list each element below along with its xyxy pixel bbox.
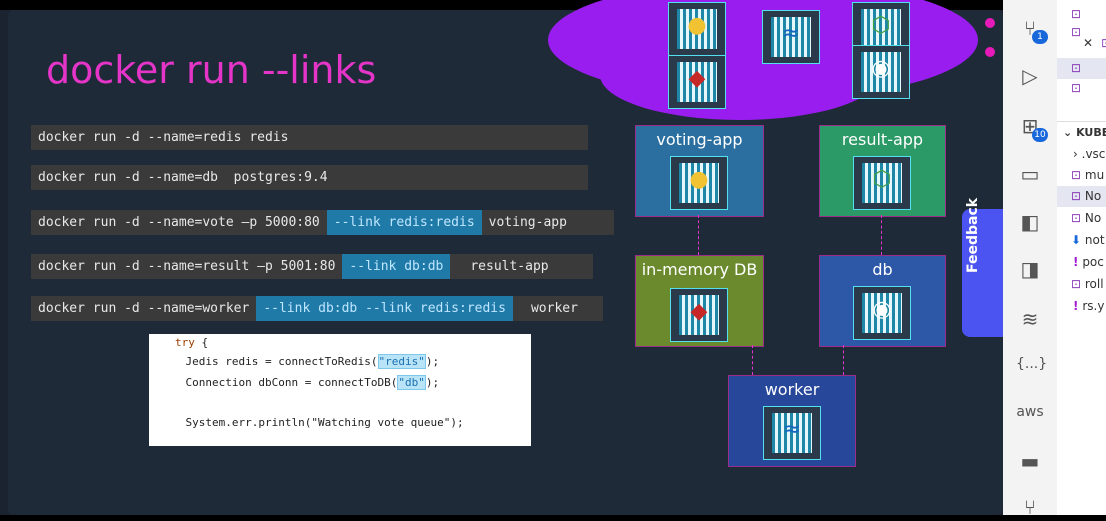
box-label: voting-app: [656, 130, 743, 149]
in-memory-db-box: in-memory DB ◆: [635, 255, 764, 347]
item-label: not: [1084, 233, 1105, 247]
command-vote: docker run -d --name=vote –p 5000:80 --l…: [31, 210, 614, 235]
redis-icon: ◆: [670, 288, 728, 342]
explorer-section-header[interactable]: ⌄ KUBER: [1057, 121, 1106, 143]
redis-container-icon: ◆: [668, 55, 726, 109]
arrow-worker-to-db: [843, 345, 844, 375]
box-label: in-memory DB: [641, 260, 758, 279]
run-debug-icon[interactable]: ▷: [1016, 62, 1044, 90]
explorer-panel: ⊡ ⊡ ✕⊡ ⊡ ⊡ ⌄ KUBER › .vsc ⊡ mu ⊡ No ⊡ No…: [1057, 0, 1106, 515]
code-keyword: try: [175, 336, 195, 349]
explorer-open-editor[interactable]: ✕⊡: [1057, 33, 1106, 53]
result-app-box: result-app ⬡: [819, 125, 946, 217]
file-icon: ⊡: [1101, 36, 1106, 50]
extensions-icon[interactable]: ⊞ 10: [1016, 112, 1048, 142]
explorer-item[interactable]: ! rs.y: [1057, 296, 1106, 317]
activity-bar: ⑂ 1 ▷ ⊞ 10 ▭ ◧ ◨ ≋ {...} aws ▬ ⑂: [1003, 0, 1058, 519]
code-text: System.err.println("Watching vote queue"…: [159, 416, 464, 429]
command-result: docker run -d --name=result –p 5001:80 -…: [31, 254, 593, 279]
command-text: docker run -d --name=redis redis: [38, 130, 289, 145]
postgres-icon: ◉: [853, 286, 911, 340]
db-box: db ◉: [819, 255, 946, 347]
decorative-dot: [985, 18, 995, 28]
docker-icon[interactable]: ≋: [1016, 305, 1044, 333]
link-highlight: --link db:db --link redis:redis: [256, 296, 513, 321]
terraform-icon[interactable]: ◧: [1016, 208, 1044, 236]
explorer-item[interactable]: ⬇ not: [1057, 230, 1106, 251]
command-text: docker run -d --name=vote –p 5000:80: [38, 215, 320, 230]
explorer-item[interactable]: › .vsc: [1057, 144, 1106, 165]
command-text: docker run -d --name=result –p 5001:80: [38, 259, 336, 274]
code-text: );: [425, 376, 440, 389]
notification-badge: 10: [1032, 128, 1048, 142]
box-label: db: [872, 260, 893, 279]
close-icon[interactable]: ✕: [1083, 36, 1093, 50]
command-text: docker run -d --name=db postgres:9.4: [38, 170, 328, 185]
item-label: .vsc: [1081, 147, 1106, 161]
section-title: KUBER: [1076, 126, 1106, 139]
code-string-highlight: "db": [397, 375, 426, 390]
command-redis: docker run -d --name=redis redis: [31, 125, 588, 150]
arrow-worker-to-redis: [752, 345, 753, 375]
explorer-item[interactable]: ⊡ No: [1057, 186, 1106, 207]
code-text: Jedis redis = connectToRedis(: [159, 355, 378, 368]
explorer-item[interactable]: ⊡ No: [1057, 208, 1106, 229]
box-label: worker: [764, 380, 820, 399]
arrow-vote-to-redis: [698, 215, 699, 255]
explorer-item[interactable]: ⊡ mu: [1057, 165, 1106, 186]
command-db: docker run -d --name=db postgres:9.4: [31, 165, 588, 190]
explorer-selected-row[interactable]: ⊡: [1057, 58, 1106, 79]
terraform-cloud-icon[interactable]: ◨: [1016, 255, 1044, 283]
link-highlight: --link db:db: [342, 254, 451, 279]
postgres-container-icon: ◉: [852, 45, 910, 99]
command-image: voting-app: [488, 215, 567, 230]
command-image: worker: [530, 301, 578, 316]
python-container-icon: ●: [668, 2, 726, 56]
python-icon: ●: [670, 156, 728, 210]
network-cloud-lobe: [600, 30, 880, 120]
file-icon: ⊡: [1071, 61, 1082, 75]
item-label: mu: [1084, 168, 1105, 182]
feedback-button[interactable]: Feedback: [962, 198, 1003, 337]
json-icon[interactable]: {...}: [1016, 350, 1047, 378]
remote-explorer-icon[interactable]: ▭: [1016, 160, 1044, 188]
slide-title: docker run --links: [46, 48, 377, 92]
code-snippet: try { Jedis redis = connectToRedis("redi…: [149, 334, 531, 446]
source-control-icon[interactable]: ⑂ 1: [1016, 14, 1048, 44]
item-label: No: [1084, 189, 1102, 203]
aws-icon[interactable]: aws: [1016, 398, 1044, 426]
explorer-item[interactable]: ! poc: [1057, 252, 1106, 273]
item-label: No: [1084, 211, 1102, 225]
box-label: result-app: [841, 130, 924, 149]
presentation-slide: docker run --links docker run -d --name=…: [0, 0, 1003, 515]
explorer-file-icon[interactable]: ⊡: [1071, 78, 1106, 99]
decorative-dot: [985, 47, 995, 57]
git-graph-icon[interactable]: ⑂: [1016, 493, 1044, 521]
voting-app-box: voting-app ●: [635, 125, 764, 217]
link-highlight: --link redis:redis: [326, 210, 482, 235]
feedback-label: Feedback: [965, 197, 981, 273]
code-string-highlight: "redis": [377, 354, 426, 369]
explorer-item[interactable]: ⊡ roll: [1057, 274, 1106, 295]
code-text: Connection dbConn = connectToDB(: [159, 376, 398, 389]
item-label: rs.y: [1082, 299, 1105, 313]
java-icon: ≈: [763, 406, 821, 460]
command-image: result-app: [470, 259, 549, 274]
code-text: );: [425, 355, 440, 368]
item-label: roll: [1084, 277, 1104, 291]
folder-icon[interactable]: ▬: [1016, 447, 1044, 475]
notification-badge: 1: [1032, 30, 1048, 44]
command-text: docker run -d --name=worker: [38, 301, 250, 316]
command-worker: docker run -d --name=worker --link db:db…: [31, 296, 603, 321]
code-text: {: [194, 336, 209, 349]
arrow-result-to-db: [881, 215, 882, 255]
worker-box: worker ≈: [728, 375, 856, 467]
nodejs-icon: ⬡: [853, 156, 911, 210]
java-container-icon: ≈: [762, 10, 820, 64]
item-label: poc: [1082, 255, 1104, 269]
